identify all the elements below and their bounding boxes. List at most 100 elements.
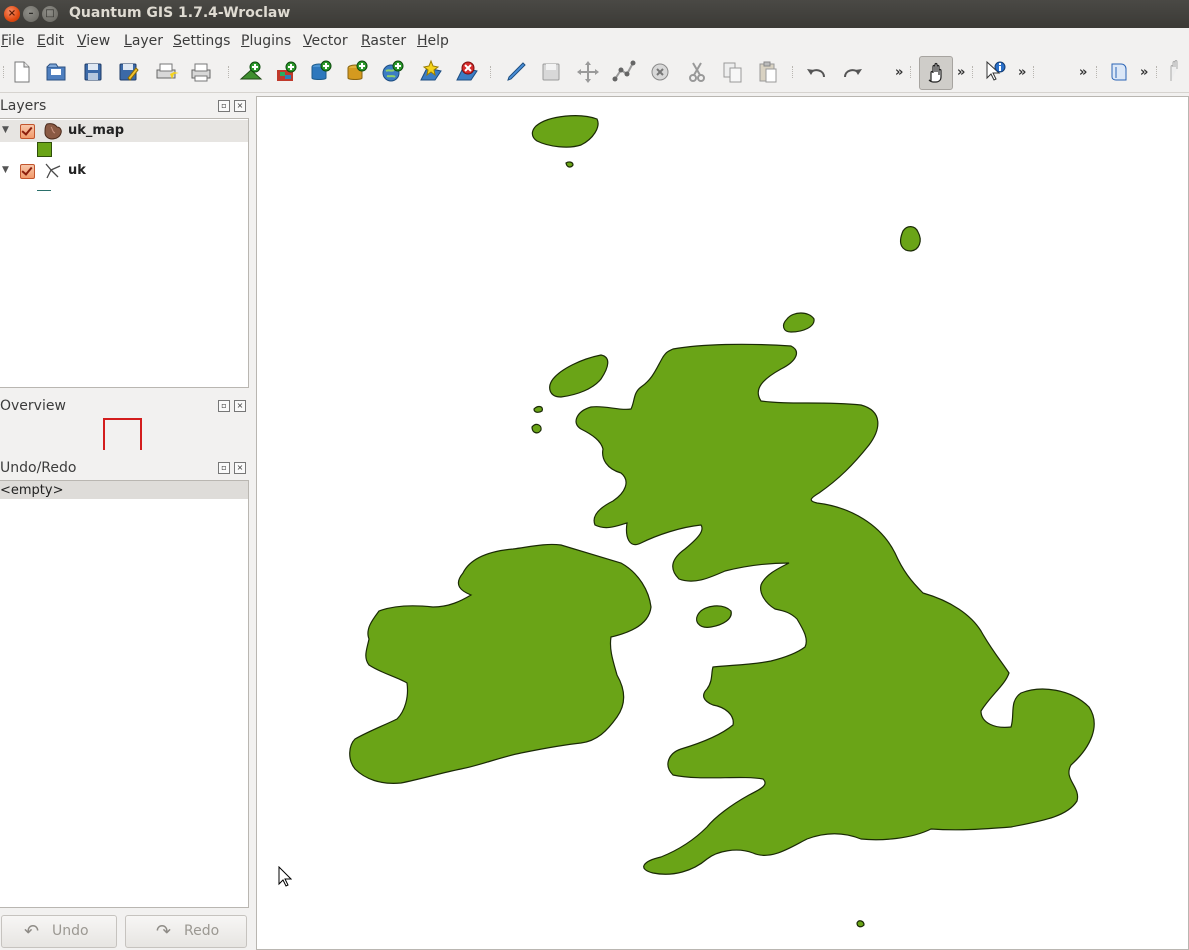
open-project-icon[interactable] [43, 59, 69, 85]
toolbar-grip[interactable] [228, 66, 232, 78]
toolbar-overflow-chevron[interactable]: » [957, 65, 965, 80]
toolbar-grip[interactable] [3, 66, 7, 78]
print-icon[interactable] [188, 59, 214, 85]
undo-float-button[interactable]: ▫ [218, 462, 230, 474]
undo-empty-label: <empty> [0, 483, 64, 498]
island-small-1 [533, 405, 543, 413]
island-shetland [531, 115, 599, 148]
save-as-icon[interactable] [115, 59, 141, 85]
identify-icon[interactable] [982, 59, 1008, 85]
island-north-east [899, 226, 921, 252]
layers-tree[interactable]: ▼ uk_map ▼ uk [0, 118, 249, 388]
overview-extent-rectangle[interactable] [103, 418, 142, 450]
move-feature-icon[interactable] [575, 59, 601, 85]
undo-history-list[interactable] [0, 480, 249, 908]
menu-file[interactable]: File [1, 33, 24, 49]
expand-arrow-icon[interactable]: ▼ [2, 165, 9, 175]
menu-layer[interactable]: Layer [124, 33, 163, 49]
maximize-icon: □ [45, 8, 55, 19]
redo-button[interactable]: ↷ Redo [125, 915, 247, 948]
island-south [856, 920, 865, 928]
layer-symbol-swatch [37, 142, 52, 157]
close-icon: × [7, 8, 17, 19]
window-minimize-button[interactable]: – [23, 6, 39, 22]
add-raster-layer-icon[interactable] [274, 59, 300, 85]
toolbar-grip[interactable] [792, 66, 796, 78]
toolbar-overflow-chevron[interactable]: » [895, 65, 903, 80]
window-close-button[interactable]: × [4, 6, 20, 22]
layer-row-uk-map[interactable]: ▼ uk_map [0, 120, 248, 142]
toolbar-grip[interactable] [1096, 66, 1100, 78]
menu-vector[interactable]: Vector [303, 33, 348, 49]
new-project-icon[interactable] [8, 59, 34, 85]
island-small-2 [531, 423, 542, 434]
redo-icon[interactable] [840, 59, 866, 85]
layers-panel-title: Layers [0, 98, 47, 114]
polygon-layer-icon [43, 122, 63, 144]
island-fair-isle [565, 161, 574, 168]
undo-close-button[interactable]: × [234, 462, 246, 474]
menu-help[interactable]: Help [417, 33, 449, 49]
layer-visibility-checkbox[interactable] [20, 124, 35, 139]
help-icon[interactable] [1106, 59, 1132, 85]
island-outer-hebrides [549, 354, 609, 398]
line-layer-icon [43, 162, 63, 184]
pan-icon[interactable] [919, 56, 953, 90]
add-vector-layer-icon[interactable] [238, 59, 264, 85]
toolbar-overflow-chevron[interactable]: » [1140, 65, 1148, 80]
undo-icon[interactable] [803, 59, 829, 85]
menu-bar: File Edit View Layer Settings Plugins Ve… [0, 28, 1189, 53]
undo-button[interactable]: ↶ Undo [1, 915, 117, 948]
toggle-editing-icon[interactable] [503, 59, 529, 85]
toolbar-grip[interactable] [1156, 66, 1160, 78]
toolbar-grip[interactable] [972, 66, 976, 78]
toolbar-grip[interactable] [1033, 66, 1037, 78]
add-postgis-layer-icon[interactable] [308, 59, 334, 85]
mouse-pointer-icon [278, 865, 293, 892]
delete-selected-icon[interactable] [647, 59, 673, 85]
save-edits-icon[interactable] [538, 59, 564, 85]
menu-view[interactable]: View [77, 33, 110, 49]
menu-plugins[interactable]: Plugins [241, 33, 291, 49]
copy-features-icon[interactable] [720, 59, 746, 85]
line-symbol-preview [37, 190, 51, 191]
overview-panel-title: Overview [0, 398, 66, 414]
redo-arrow-icon: ↷ [156, 921, 172, 942]
map-canvas[interactable] [256, 96, 1189, 950]
layer-visibility-checkbox[interactable] [20, 164, 35, 179]
layer-row-uk[interactable]: ▼ uk [0, 160, 248, 182]
paste-features-icon[interactable] [755, 59, 781, 85]
cut-features-icon[interactable] [684, 59, 710, 85]
new-shapefile-icon[interactable] [418, 59, 444, 85]
zoom-icon[interactable] [1165, 59, 1189, 85]
expand-arrow-icon[interactable]: ▼ [2, 125, 9, 135]
menu-edit[interactable]: Edit [37, 33, 64, 49]
landmass-ireland [349, 543, 652, 784]
layers-float-button[interactable]: ▫ [218, 100, 230, 112]
minimize-icon: – [28, 8, 34, 19]
title-bar: × – □ Quantum GIS 1.7.4-Wroclaw [0, 0, 1189, 28]
undo-button-label: Undo [52, 923, 89, 939]
window-maximize-button[interactable]: □ [42, 6, 58, 22]
toolbar-overflow-chevron[interactable]: » [1079, 65, 1087, 80]
remove-layer-icon[interactable] [454, 59, 480, 85]
island-isle-of-man [696, 605, 732, 628]
island-orkney [782, 312, 815, 333]
toolbar-overflow-chevron[interactable]: » [1018, 65, 1026, 80]
landmass-great-britain [575, 343, 1095, 875]
menu-raster[interactable]: Raster [361, 33, 406, 49]
menu-settings[interactable]: Settings [173, 33, 230, 49]
layers-close-button[interactable]: × [234, 100, 246, 112]
overview-close-button[interactable]: × [234, 400, 246, 412]
node-tool-icon[interactable] [611, 59, 637, 85]
add-spatialite-layer-icon[interactable] [344, 59, 370, 85]
toolbar-grip[interactable] [910, 66, 914, 78]
print-composer-icon[interactable] [153, 59, 179, 85]
save-project-icon[interactable] [80, 59, 106, 85]
redo-button-label: Redo [184, 923, 220, 939]
toolbar-grip[interactable] [490, 66, 494, 78]
layer-label: uk_map [68, 123, 125, 138]
add-wms-layer-icon[interactable] [380, 59, 406, 85]
overview-float-button[interactable]: ▫ [218, 400, 230, 412]
main-toolbar: » » » » » [0, 54, 1189, 93]
